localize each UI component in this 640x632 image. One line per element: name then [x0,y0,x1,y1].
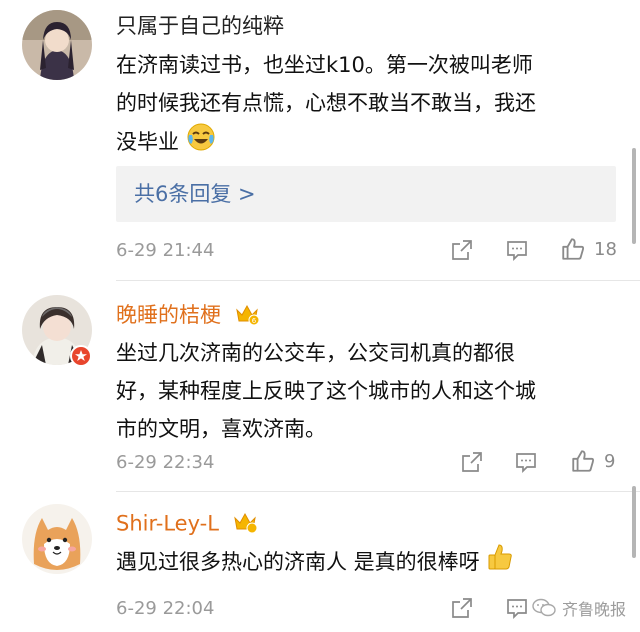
avatar[interactable] [22,10,92,80]
comment-item: 只属于自己的纯粹 在济南读过书，也坐过k10。第一次被叫老师 的时候我还有点慌，… [0,0,640,280]
comment-button[interactable] [514,450,538,474]
comment-icon [507,599,527,620]
comment-text: 遇见过很多热心的济南人 是真的很棒呀 [116,542,626,584]
comment-line: 遇见过很多热心的济南人 是真的很棒呀 [116,542,626,584]
timestamp: 6-29 21:44 [116,240,215,261]
scrollbar[interactable] [632,148,636,244]
timestamp: 6-29 22:34 [116,452,215,473]
verified-badge-icon [70,345,92,371]
watermark-text: 齐鲁晚报 [561,600,626,619]
timestamp: 6-29 22:04 [116,598,215,619]
vip-crown-icon [232,510,258,539]
like-button[interactable]: 9 [570,448,615,474]
scrollbar[interactable] [632,486,636,558]
like-count: 9 [604,450,616,472]
share-button[interactable] [450,596,474,620]
thumbs-up-emoji-icon [486,542,514,584]
comment-line: 坐过几次济南的公交车，公交司机真的都很 [116,341,515,365]
vip-crown-icon: 6 [234,302,260,331]
share-button[interactable] [460,450,484,474]
comment-button[interactable] [505,596,529,620]
username[interactable]: 只属于自己的纯粹 [116,10,284,40]
comment-line: 没毕业 [116,122,626,164]
comment-text: 坐过几次济南的公交车，公交司机真的都很 好，某种程度上反映了这个城市的人和这个城… [116,334,626,448]
share-icon [452,598,472,618]
username[interactable]: Shir-Ley-L [116,510,258,539]
thumbs-up-icon [562,238,585,260]
like-count: 18 [594,238,617,260]
avatar[interactable] [22,504,92,574]
share-button[interactable] [450,238,474,262]
comment-icon [507,241,527,262]
comment-button[interactable] [505,238,529,262]
comment-line: 在济南读过书，也坐过k10。第一次被叫老师 [116,53,533,77]
username[interactable]: 晚睡的桔梗 6 [116,299,260,331]
comment-line: 市的文明，喜欢济南。 [116,417,326,441]
comment-text: 在济南读过书，也坐过k10。第一次被叫老师 的时候我还有点慌，心想不敢当不敢当，… [116,46,626,164]
comment-item: 晚睡的桔梗 6 坐过几次济南的公交车，公交司机真的都很 好，某种程度上反映了这个… [0,281,640,491]
laugh-cry-emoji-icon [186,122,216,164]
share-icon [462,452,482,472]
watermark: 齐鲁晚报 [532,596,626,620]
svg-text:6: 6 [251,317,256,325]
comment-icon [516,453,536,474]
comment-line: 好，某种程度上反映了这个城市的人和这个城 [116,379,536,403]
share-icon [452,240,472,260]
comment-line: 的时候我还有点慌，心想不敢当不敢当，我还 [116,91,536,115]
thumbs-up-icon [572,450,595,472]
view-replies-button[interactable]: 共6条回复 > [116,166,616,222]
wechat-icon [532,598,556,617]
like-button[interactable]: 18 [560,236,617,262]
